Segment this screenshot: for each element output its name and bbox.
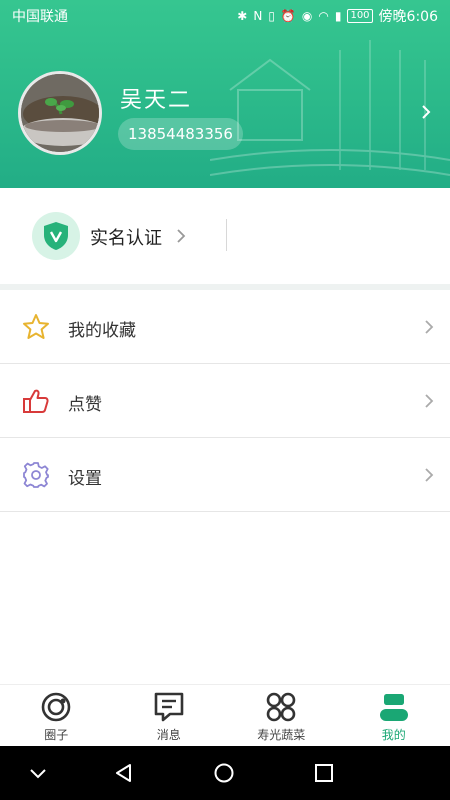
recents-icon[interactable]	[314, 763, 334, 783]
menu-item-favorites[interactable]: 我的收藏	[0, 290, 450, 364]
nfc-icon: N	[253, 9, 263, 23]
tab-mine[interactable]: 我的	[338, 685, 450, 746]
shield-icon	[44, 222, 68, 250]
gear-icon	[23, 462, 49, 488]
menu-item-label: 设置	[68, 469, 102, 489]
menu-item-label: 点赞	[68, 395, 102, 415]
verification-label: 实名认证	[90, 228, 162, 249]
tab-circle[interactable]: 圈子	[0, 685, 113, 746]
menu-item-label: 我的收藏	[68, 321, 136, 341]
chevron-down-icon[interactable]	[28, 763, 48, 783]
tab-label: 寿光蔬菜	[257, 728, 306, 742]
chevron-right-icon	[177, 229, 186, 243]
tab-label: 消息	[156, 728, 181, 742]
eye-icon: ◉	[301, 9, 313, 23]
phone-number: 13854483356	[118, 118, 243, 150]
carrier-label: 中国联通	[12, 9, 68, 25]
thumbs-up-icon	[23, 389, 49, 413]
battery-indicator: 100	[347, 9, 373, 23]
bottom-tab-bar: 圈子 消息 寿光蔬菜 我的	[0, 684, 450, 746]
signal-icon: ▮	[334, 9, 342, 23]
chevron-right-icon[interactable]	[420, 104, 432, 120]
profile-header[interactable]: 中国联通 ✱ N ▯ ⏰ ◉ ◠ ▮ 100 傍晚6:06 吴天二 138544…	[0, 0, 450, 188]
verification-badge	[32, 212, 80, 260]
system-navigation-bar	[0, 746, 450, 800]
grid-icon	[266, 692, 296, 722]
clock: 傍晚6:06	[378, 9, 438, 25]
chevron-right-icon	[425, 468, 434, 482]
vibrate-icon: ▯	[268, 9, 275, 23]
message-icon	[154, 692, 184, 722]
avatar-image	[21, 74, 99, 152]
menu-list: 我的收藏 点赞 设置	[0, 290, 450, 512]
home-icon[interactable]	[214, 763, 234, 783]
background-decoration	[210, 40, 450, 176]
bluetooth-icon: ✱	[237, 9, 248, 23]
avatar[interactable]	[18, 71, 102, 155]
menu-item-likes[interactable]: 点赞	[0, 364, 450, 438]
back-icon[interactable]	[114, 763, 134, 783]
circle-icon	[41, 692, 71, 722]
tab-messages[interactable]: 消息	[113, 685, 226, 746]
tab-label: 我的	[381, 728, 406, 742]
tab-vegetables[interactable]: 寿光蔬菜	[225, 685, 338, 746]
chevron-right-icon	[425, 320, 434, 334]
menu-item-settings[interactable]: 设置	[0, 438, 450, 512]
tab-label: 圈子	[44, 728, 69, 742]
chevron-right-icon	[425, 394, 434, 408]
status-bar: 中国联通 ✱ N ▯ ⏰ ◉ ◠ ▮ 100 傍晚6:06	[0, 0, 450, 32]
verification-row[interactable]: 实名认证	[0, 188, 450, 284]
status-icons: ✱ N ▯ ⏰ ◉ ◠ ▮ 100 傍晚6:06	[237, 6, 438, 26]
profile-icon	[379, 694, 408, 721]
username: 吴天二	[120, 88, 193, 113]
alarm-icon: ⏰	[280, 9, 296, 23]
divider	[226, 219, 227, 251]
star-icon	[23, 314, 49, 339]
wifi-icon: ◠	[318, 9, 329, 23]
